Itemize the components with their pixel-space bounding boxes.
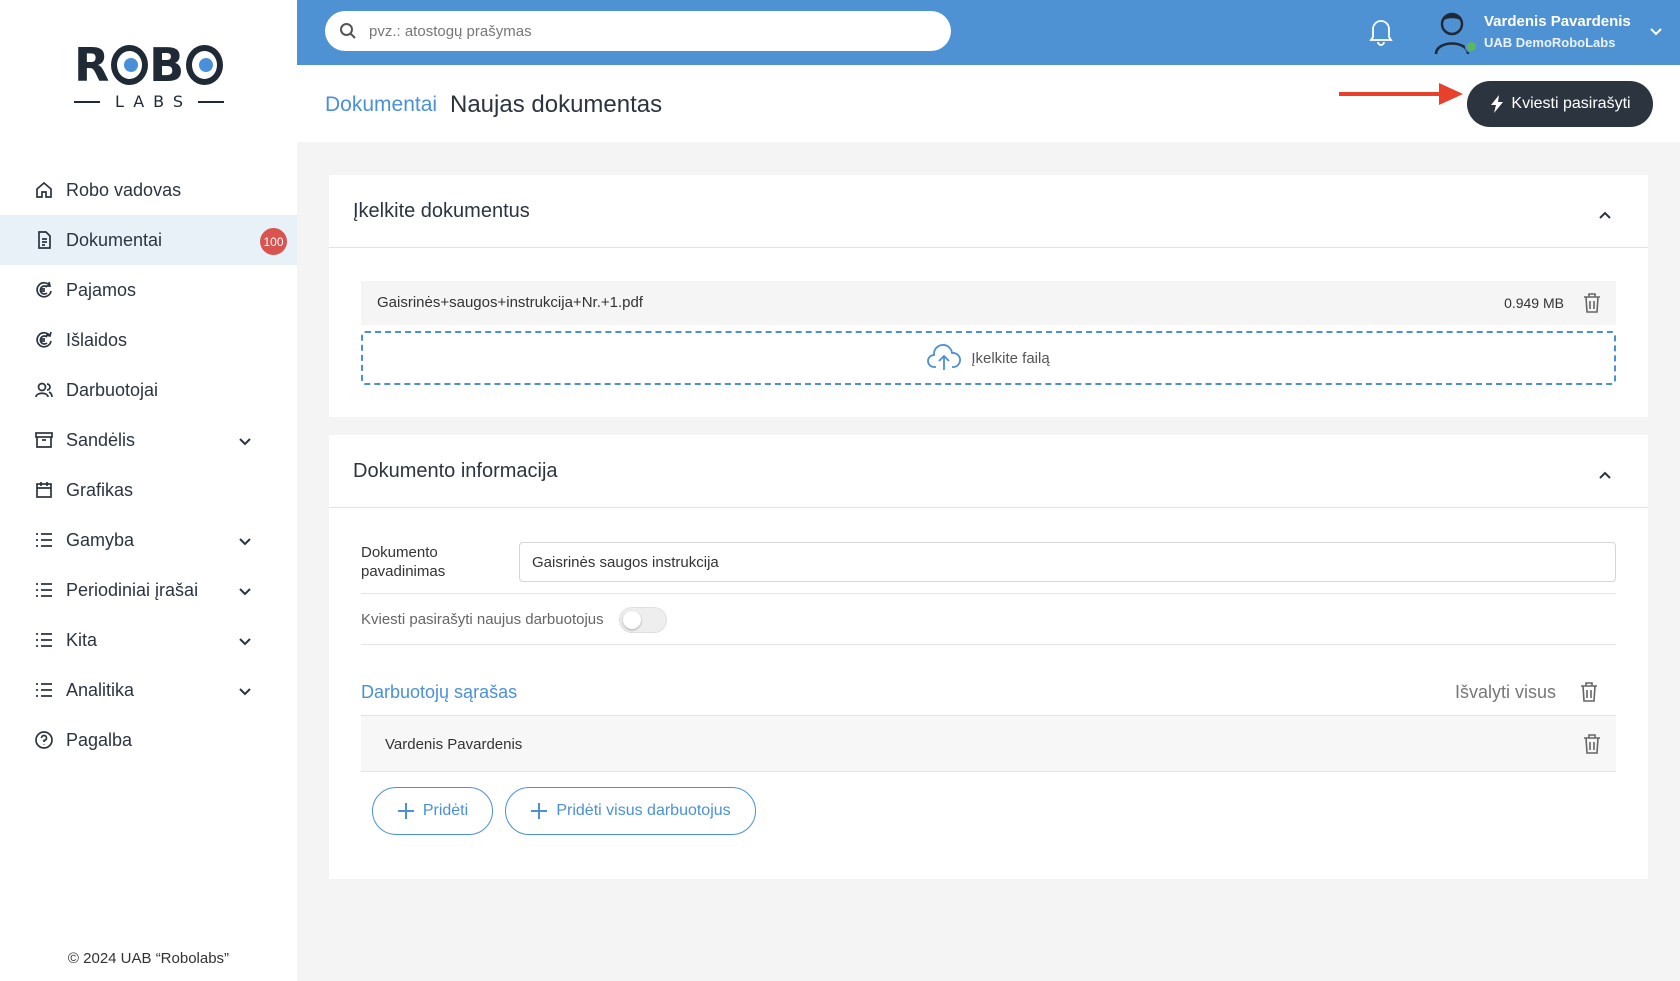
chevron-down-icon [238, 532, 252, 546]
sidebar-item-label: Kita [66, 629, 98, 650]
sidebar-item-periodiniai-irasai[interactable]: Periodiniai įrašai [0, 565, 297, 615]
sidebar-item-label: Analitika [66, 679, 135, 700]
add-all-employees-button[interactable]: Pridėti visus darbuotojus [505, 787, 756, 835]
chevron-down-icon [238, 582, 252, 596]
card-title: Įkelkite dokumentus [353, 199, 530, 222]
search-box[interactable] [325, 11, 951, 51]
sidebar-item-darbuotojai[interactable]: Darbuotojai [0, 365, 297, 415]
sidebar-item-gamyba[interactable]: Gamyba [0, 515, 297, 565]
lightning-icon [1491, 95, 1504, 113]
plus-icon [397, 803, 414, 819]
sidebar-item-label: Pagalba [66, 729, 133, 750]
sidebar-item-label: Periodiniai įrašai [66, 579, 199, 600]
chevron-down-icon [238, 432, 252, 446]
plus-icon [531, 803, 548, 819]
calendar-icon [34, 480, 54, 500]
sidebar-item-label: Darbuotojai [66, 379, 159, 400]
chevron-down-icon[interactable] [1649, 24, 1663, 38]
help-icon [34, 730, 54, 750]
trash-icon[interactable] [1582, 733, 1602, 755]
sidebar-item-pagalba[interactable]: Pagalba [0, 715, 297, 765]
page-title: Naujas dokumentas [450, 91, 663, 118]
clear-all-button[interactable]: Išvalyti visus [1455, 682, 1556, 703]
chevron-up-icon[interactable] [1598, 465, 1612, 479]
user-name[interactable]: Vardenis Pavardenis [1484, 13, 1631, 30]
list-icon [34, 680, 54, 700]
sidebar-item-label: Dokumentai [66, 229, 163, 250]
chevron-down-icon [238, 632, 252, 646]
chevron-down-icon [238, 682, 252, 696]
file-size: 0.949 MB [1504, 295, 1564, 311]
cloud-upload-icon [927, 344, 962, 370]
topbar: Vardenis Pavardenis UAB DemoRoboLabs [297, 0, 1680, 65]
archive-icon [34, 430, 54, 450]
list-item: Vardenis Pavardenis [361, 716, 1616, 772]
arrow-right-icon [1339, 83, 1463, 105]
chevron-up-icon[interactable] [1598, 205, 1612, 219]
list-icon [34, 580, 54, 600]
sidebar-item-label: Išlaidos [66, 329, 128, 350]
sidebar-item-sandelis[interactable]: Sandėlis [0, 415, 297, 465]
file-name[interactable]: Gaisrinės+saugos+instrukcija+Nr.+1.pdf [377, 294, 643, 311]
sidebar-item-grafikas[interactable]: Grafikas [0, 465, 297, 515]
search-icon [340, 23, 356, 39]
sidebar-item-analitika[interactable]: Analitika [0, 665, 297, 715]
trash-icon[interactable] [1579, 681, 1599, 703]
bell-icon[interactable] [1367, 16, 1395, 46]
document-icon [34, 230, 54, 250]
copyright: © 2024 UAB “Robolabs” [67, 950, 230, 967]
divider [361, 593, 1616, 594]
sidebar-item-label: Pajamos [66, 279, 137, 300]
search-input[interactable] [369, 22, 929, 40]
page-header: Dokumentai Naujas dokumentas Kviesti pas… [297, 65, 1680, 142]
invite-new-employees-toggle[interactable] [619, 607, 667, 633]
breadcrumb-documents-link[interactable]: Dokumentai [325, 93, 437, 117]
sidebar-item-label: Sandėlis [66, 429, 136, 450]
upload-card-header[interactable]: Įkelkite dokumentus [329, 175, 1648, 248]
list-icon [34, 530, 54, 550]
add-employee-button[interactable]: Pridėti [372, 787, 493, 835]
card-title: Dokumento informacija [353, 459, 558, 482]
sidebar-item-robo-vadovas[interactable]: Robo vadovas [0, 165, 297, 215]
info-card-header[interactable]: Dokumento informacija [329, 435, 1648, 508]
employee-name: Vardenis Pavardenis [385, 736, 523, 753]
sidebar-item-pajamos[interactable]: Pajamos [0, 265, 297, 315]
documents-count-badge: 100 [260, 228, 287, 255]
sidebar-item-label: Robo vadovas [66, 179, 182, 200]
sidebar-nav: Robo vadovas Dokumentai 100 Pajamos Išla… [0, 165, 297, 765]
users-icon [34, 380, 54, 400]
sidebar-item-kita[interactable]: Kita [0, 615, 297, 665]
toggle-knob [623, 611, 641, 629]
sidebar-item-islaidos[interactable]: Išlaidos [0, 315, 297, 365]
upload-documents-card: Įkelkite dokumentus Gaisrinės+saugos+ins… [329, 175, 1648, 417]
divider [361, 644, 1616, 645]
sidebar-item-dokumentai[interactable]: Dokumentai 100 [0, 215, 297, 265]
euro-expense-icon [34, 330, 54, 350]
invite-to-sign-button[interactable]: Kviesti pasirašyti [1467, 81, 1653, 127]
uploaded-file-row: Gaisrinės+saugos+instrukcija+Nr.+1.pdf 0… [361, 281, 1616, 325]
sidebar-item-label: Grafikas [66, 479, 134, 500]
document-name-field[interactable] [519, 542, 1616, 582]
document-info-card: Dokumento informacija Dokumento pavadini… [329, 435, 1648, 879]
employee-list-title[interactable]: Darbuotojų sąrašas [361, 682, 517, 703]
sidebar: RB LABS Robo vadovas Dokumentai 100 Paja… [0, 0, 297, 981]
invite-new-employees-label: Kviesti pasirašyti naujus darbuotojus [361, 611, 604, 628]
home-icon [34, 180, 54, 200]
trash-icon[interactable] [1582, 292, 1602, 314]
euro-income-icon [34, 280, 54, 300]
file-dropzone[interactable]: Įkelkite failą [361, 331, 1616, 385]
online-status-dot [1465, 40, 1478, 53]
robolabs-logo[interactable]: RB LABS [74, 42, 224, 116]
logo-subtext: LABS [114, 92, 193, 111]
sidebar-item-label: Gamyba [66, 529, 135, 550]
list-icon [34, 630, 54, 650]
dropzone-label: Įkelkite failą [971, 349, 1050, 367]
user-company: UAB DemoRoboLabs [1484, 35, 1616, 50]
document-name-label: Dokumento pavadinimas [361, 544, 446, 580]
